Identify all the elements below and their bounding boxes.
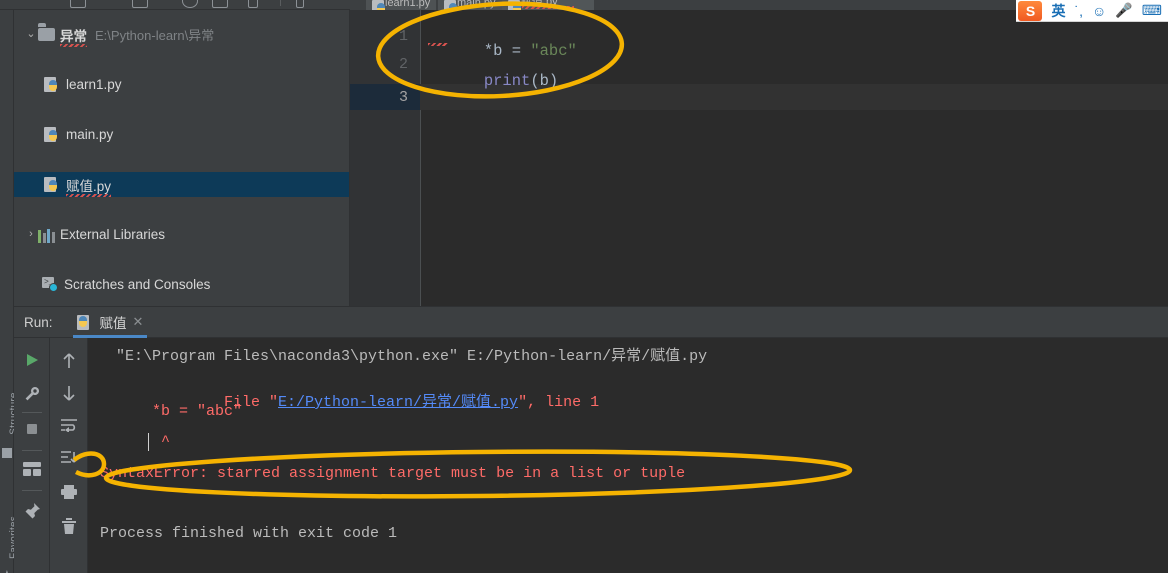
- tree-node-root[interactable]: ⌄ 异常 E:\Python-learn\异常: [14, 22, 349, 47]
- spellcheck-underline: [522, 6, 574, 9]
- run-toolbar-left: [14, 338, 50, 573]
- run-tab-fuzhi[interactable]: 赋值 ✕: [72, 306, 148, 338]
- close-icon[interactable]: ✕: [133, 314, 144, 330]
- spellcheck-underline: [66, 193, 112, 197]
- python-icon: [76, 314, 94, 331]
- tree-node-label: External Libraries: [60, 227, 166, 242]
- ime-mode-label[interactable]: 英: [1051, 1, 1065, 21]
- run-config-icon[interactable]: [212, 0, 228, 8]
- spellcheck-underline: [428, 43, 448, 46]
- line-number: 3: [398, 89, 408, 106]
- structure-icon[interactable]: [2, 448, 12, 458]
- tree-node-main[interactable]: main.py: [14, 122, 349, 147]
- editor-tab-learn1[interactable]: learn1.py: [366, 0, 437, 10]
- run-console[interactable]: "E:\Program Files\naconda3\python.exe" E…: [88, 338, 1168, 573]
- run-toolbar-right: [50, 338, 88, 573]
- console-command-line: "E:\Program Files\naconda3\python.exe" E…: [116, 348, 708, 365]
- folder-icon: [38, 26, 55, 43]
- python-file-icon: [444, 0, 457, 10]
- arrow-down-icon[interactable]: [61, 384, 77, 407]
- arrow-up-icon[interactable]: [61, 352, 77, 375]
- tree-node-label: 赋值.py: [66, 178, 112, 194]
- console-error-message: SyntaxError: starred assignment target m…: [100, 465, 686, 482]
- console-caret-marker: ^: [116, 433, 171, 450]
- chevron-down-icon[interactable]: ⌄: [24, 29, 38, 40]
- editor-tab-label: learn1.py: [385, 0, 431, 9]
- sogou-ime-toolbar[interactable]: S 英 ˙, ☺ 🎤 ⌨: [1016, 0, 1168, 22]
- print-icon[interactable]: [60, 484, 78, 505]
- toolbar-divider: [22, 412, 42, 413]
- run-tool-window-header: Run: 赋值 ✕: [14, 306, 1168, 338]
- tree-node-label: learn1.py: [66, 77, 122, 92]
- traceback-file-link[interactable]: E:/Python-learn/异常/赋值.py: [278, 394, 518, 411]
- more-icon[interactable]: [296, 0, 304, 8]
- open-icon[interactable]: [70, 0, 86, 8]
- trash-icon[interactable]: [61, 518, 77, 540]
- python-file-icon: [44, 76, 61, 93]
- tree-node-label: 异常: [60, 28, 87, 44]
- editor-gutter[interactable]: 1 2 3: [350, 10, 420, 306]
- layout-button[interactable]: [22, 462, 41, 481]
- rerun-button[interactable]: [24, 352, 40, 373]
- tree-node-external-libraries[interactable]: › External Libraries: [14, 222, 349, 247]
- tree-node-fuzhi[interactable]: 赋值.py: [14, 172, 349, 197]
- library-icon: [38, 226, 55, 243]
- toolbar-divider: [280, 0, 281, 6]
- emoji-icon[interactable]: ☺: [1092, 3, 1106, 19]
- run-tool-window: Run: 赋值 ✕ "E:\Program Files\naconda3\pyt…: [14, 306, 1168, 573]
- run-tool-window-body: "E:\Program Files\naconda3\python.exe" E…: [14, 338, 1168, 573]
- editor-tab-label: main.py: [457, 0, 496, 9]
- sogou-logo[interactable]: S: [1018, 0, 1043, 21]
- chevron-right-icon[interactable]: ›: [24, 229, 38, 240]
- code-editor[interactable]: 1 2 3 *b = "abc" print(b): [350, 10, 1168, 306]
- scroll-end-icon[interactable]: [60, 450, 78, 471]
- toolbar-divider: [22, 450, 42, 451]
- spellcheck-underline: [60, 43, 87, 47]
- line-number: 2: [398, 56, 408, 73]
- run-label: Run:: [24, 314, 53, 330]
- tree-node-label: Scratches and Consoles: [64, 277, 211, 292]
- project-path: E:\Python-learn\异常: [95, 28, 215, 43]
- pin-tab-button[interactable]: [23, 502, 41, 525]
- save-icon[interactable]: [132, 0, 148, 8]
- traceback-suffix: ", line 1: [518, 394, 600, 411]
- microphone-icon[interactable]: 🎤: [1115, 2, 1132, 19]
- code-token-function: print: [483, 72, 531, 90]
- soft-wrap-icon[interactable]: [60, 418, 78, 437]
- run-tab-label: 赋值: [99, 316, 127, 331]
- code-line-2[interactable]: print(b): [428, 54, 558, 108]
- console-text-caret: [148, 433, 149, 451]
- editor-tab-main[interactable]: main.py: [438, 0, 502, 10]
- wrench-icon[interactable]: [24, 386, 40, 407]
- console-exit-message: Process finished with exit code 1: [100, 525, 398, 542]
- toolbar-divider: [22, 490, 42, 491]
- line-number: 1: [398, 28, 408, 45]
- keyboard-icon[interactable]: ⌨: [1142, 2, 1162, 19]
- tree-node-scratches[interactable]: >_ Scratches and Consoles: [14, 272, 349, 297]
- scratches-icon: >_: [42, 276, 59, 293]
- python-file-icon: [508, 0, 521, 10]
- python-file-icon: [372, 0, 385, 10]
- project-tool-window[interactable]: ⌄ 异常 E:\Python-learn\异常 learn1.py main.p…: [14, 10, 350, 306]
- editor-tab-fuzhi[interactable]: 赋值.py: [502, 0, 594, 10]
- tree-node-label: main.py: [66, 127, 114, 142]
- gutter-divider: [420, 10, 421, 306]
- run-icon[interactable]: [248, 0, 258, 8]
- console-offending-code: *b = "abc": [116, 403, 243, 420]
- sync-icon[interactable]: [182, 0, 198, 8]
- python-file-icon: [44, 176, 61, 193]
- tree-node-learn1[interactable]: learn1.py: [14, 72, 349, 97]
- pycharm-window: learn1.py main.py 赋值.py Structure Favori…: [0, 0, 1168, 573]
- punctuation-icon[interactable]: ˙,: [1074, 3, 1083, 19]
- python-file-icon: [44, 126, 61, 143]
- code-token-op: (b): [530, 72, 559, 90]
- left-tool-window-bar: Structure Favorites ★: [0, 10, 20, 573]
- stop-button[interactable]: [25, 422, 39, 441]
